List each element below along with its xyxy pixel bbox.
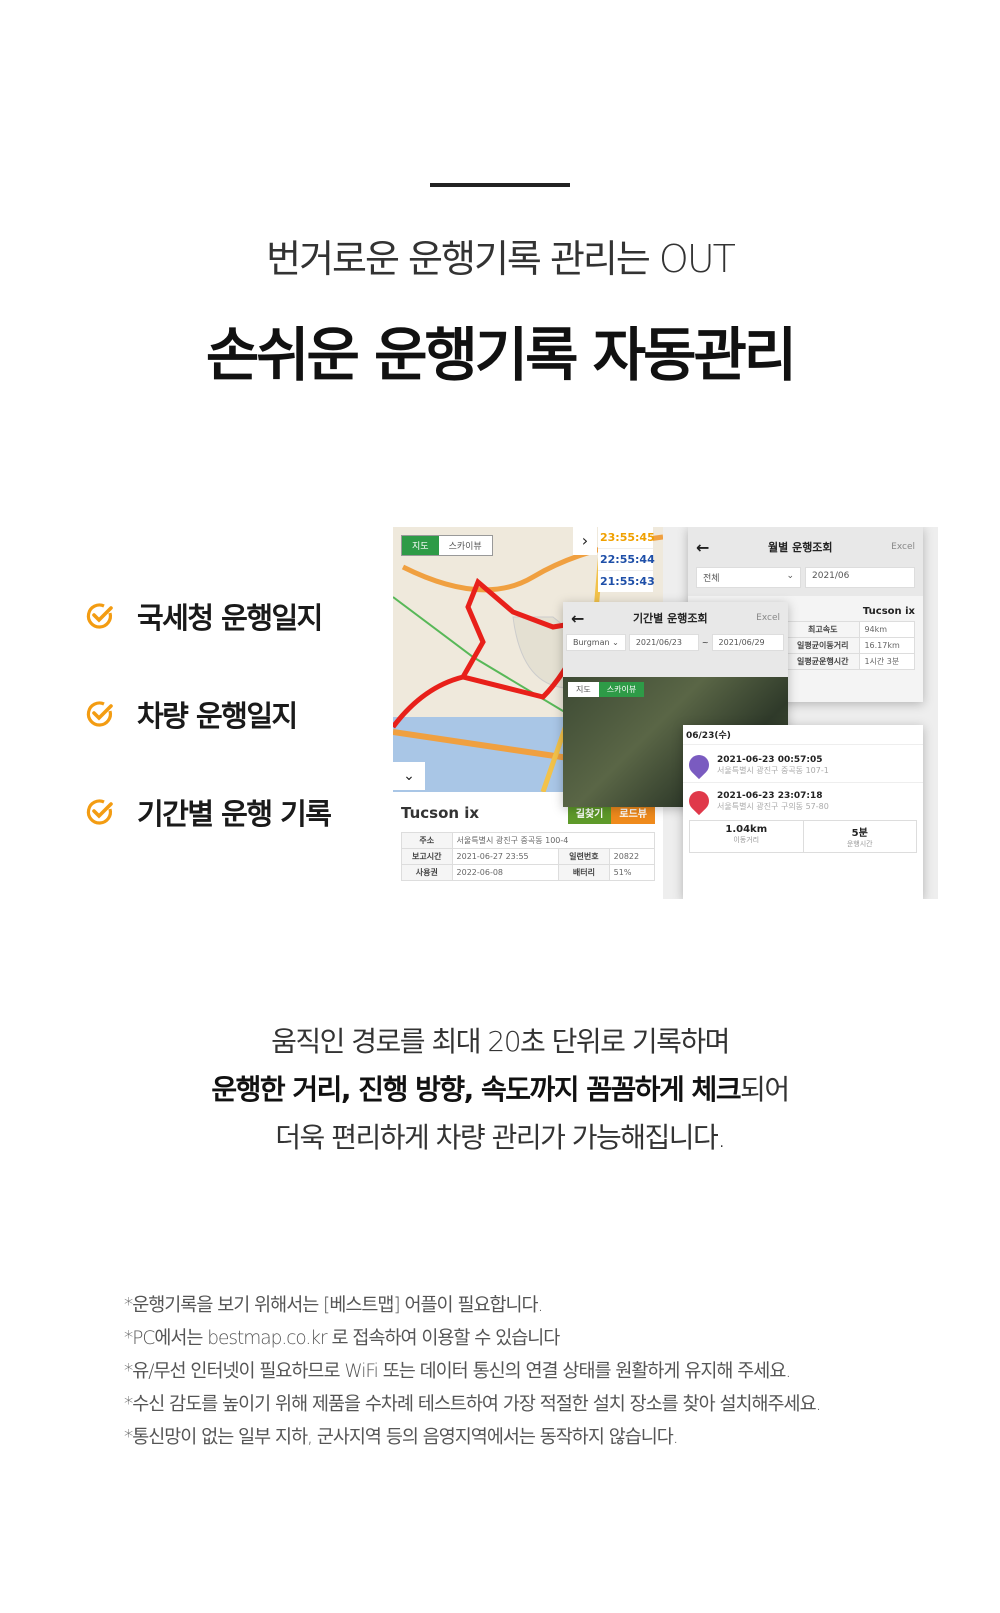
feature-item: 국세청 운행일지 <box>85 595 323 637</box>
chevron-down-icon[interactable]: ⌄ <box>393 762 425 790</box>
filter-select[interactable]: 전체 ⌄ <box>696 567 801 588</box>
cell-value: 2021-06-27 23:55 <box>451 848 560 865</box>
cell-value: 20822 <box>608 848 656 865</box>
trip-end: 2021-06-23 23:07:18 서울특별시 광진구 구의동 57-80 <box>683 783 923 820</box>
description-line: 운행한 거리, 진행 방향, 속도까지 꼼꼼하게 체크되어 <box>211 1073 790 1106</box>
time-item[interactable]: 22:55:44 <box>598 549 655 571</box>
panel-title: 월별 운행조회 <box>768 541 833 554</box>
tab-map[interactable]: 지도 <box>402 536 439 555</box>
excel-button[interactable]: Excel <box>756 613 780 623</box>
cell-label: 주소 <box>401 832 453 849</box>
footnote: *수신 감도를 높이기 위해 제품을 수차례 테스트하여 가장 적절한 설치 장… <box>124 1394 821 1415</box>
start-date-input[interactable]: 2021/06/23 <box>628 634 699 651</box>
cell-value: 2022-06-08 <box>451 864 560 881</box>
description-line: 더욱 편리하게 차량 관리가 가능해집니다. <box>275 1121 726 1154</box>
date-separator: ~ <box>701 638 709 647</box>
end-date-input[interactable]: 2021/06/29 <box>711 634 784 651</box>
vehicle-select[interactable]: Burgman ⌄ <box>566 634 626 651</box>
feature-label: 기간별 운행 기록 <box>137 797 332 831</box>
feature-item: 차량 운행일지 <box>85 693 298 735</box>
feature-label: 차량 운행일지 <box>137 699 298 733</box>
footnote: *통신망이 없는 일부 지하, 군사지역 등의 음영지역에서는 동작하지 않습니… <box>124 1427 679 1448</box>
back-arrow-icon[interactable]: ← <box>696 538 709 557</box>
time-item[interactable]: 23:55:45 <box>598 527 655 549</box>
cell-label: 보고시간 <box>401 848 453 865</box>
trip-date: 06/23(수) <box>683 725 923 745</box>
tab-skyview[interactable]: 스카이뷰 <box>598 682 645 697</box>
feature-item: 기간별 운행 기록 <box>85 791 332 833</box>
cell-value: 51% <box>608 864 656 881</box>
tab-skyview[interactable]: 스카이뷰 <box>439 536 492 555</box>
app-screenshot-collage: 지도 스카이뷰 › ⌄ Tucson ix 길찾기 로드뷰 주소 서울특별시 광진… <box>393 527 938 899</box>
start-pin-icon <box>684 750 714 780</box>
check-circle-icon <box>86 603 113 629</box>
trip-summary: 1.04km 이동거리 5분 운행시간 <box>689 820 917 853</box>
description-line: 움직인 경로를 최대 20초 단위로 기록하며 <box>271 1025 730 1058</box>
time-item[interactable]: 21:55:43 <box>598 571 655 592</box>
footnote: *운행기록을 보기 위해서는 [베스트맵] 어플이 필요합니다. <box>124 1295 543 1316</box>
time-list: 23:55:45 22:55:44 21:55:43 <box>598 527 655 592</box>
map-type-toggle: 지도 스카이뷰 <box>568 682 645 697</box>
cell-label: 일련번호 <box>558 848 610 865</box>
trip-detail-panel: 06/23(수) 2021-06-23 00:57:05 서울특별시 광진구 중곡… <box>683 725 923 899</box>
footnote: *유/무선 인터넷이 필요하므로 WiFi 또는 데이터 통신의 연결 상태를 … <box>124 1361 791 1382</box>
footnote: *PC에서는 bestmap.co.kr 로 접속하여 이용할 수 있습니다 <box>124 1328 560 1349</box>
cell-value: 서울특별시 광진구 중곡동 100-4 <box>451 832 656 849</box>
stats-table: 최고속도 94km 일평균이동거리 16.17km 일평균운행시간 1시간 3분 <box>784 621 915 670</box>
end-pin-icon <box>684 786 714 816</box>
vehicle-info-table: 주소 서울특별시 광진구 중곡동 100-4 보고시간 2021-06-27 23:… <box>401 832 656 881</box>
panel-title: 기간별 운행조회 <box>632 612 708 625</box>
excel-button[interactable]: Excel <box>891 542 915 552</box>
page-title: 손쉬운 운행기록 자동관리 <box>205 321 797 389</box>
check-circle-icon <box>86 701 113 727</box>
subtitle: 번거로운 운행기록 관리는 OUT <box>266 237 736 281</box>
cell-label: 사용권 <box>401 864 453 881</box>
vehicle-info: Tucson ix 길찾기 로드뷰 주소 서울특별시 광진구 중곡동 100-4 … <box>393 793 663 899</box>
map-type-toggle: 지도 스카이뷰 <box>401 535 493 556</box>
chevron-right-icon[interactable]: › <box>573 527 597 555</box>
trip-start: 2021-06-23 00:57:05 서울특별시 광진구 중곡동 107-1 <box>683 745 923 783</box>
month-input[interactable]: 2021/06 <box>805 567 915 588</box>
check-circle-icon <box>86 799 113 825</box>
back-arrow-icon[interactable]: ← <box>571 609 584 628</box>
vehicle-name: Tucson ix <box>401 803 480 822</box>
cell-label: 배터리 <box>558 864 610 881</box>
tab-map[interactable]: 지도 <box>568 682 599 697</box>
section-divider <box>430 183 570 187</box>
feature-label: 국세청 운행일지 <box>137 601 323 635</box>
